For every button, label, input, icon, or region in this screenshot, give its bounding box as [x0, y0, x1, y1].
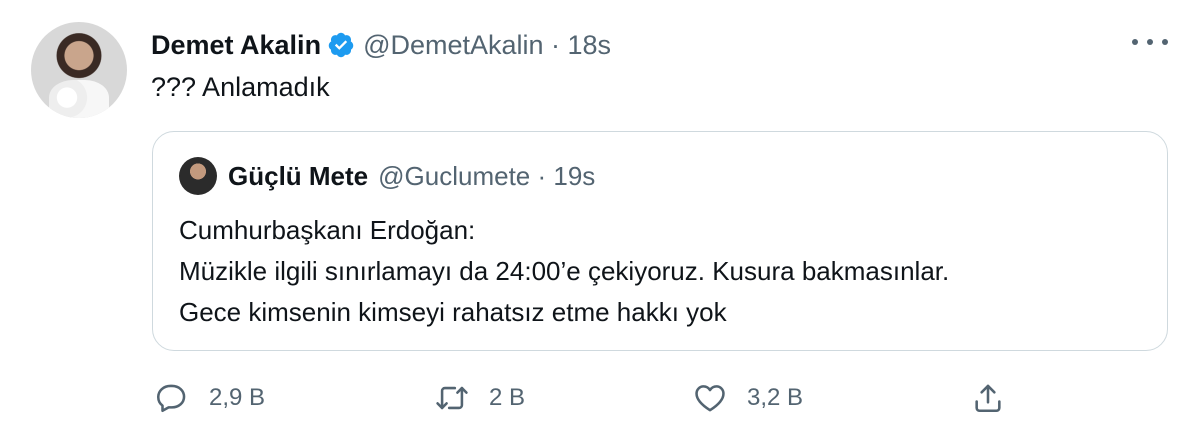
like-button[interactable]: 3,2 B: [693, 373, 803, 423]
like-icon: [695, 385, 725, 412]
tweet-actions: 2,9 B 2 B 3,2 B: [0, 373, 1200, 423]
retweet-button[interactable]: 2 B: [435, 373, 525, 423]
more-dot: [1132, 39, 1138, 45]
quoted-text-line: Cumhurbaşkanı Erdoğan:: [179, 215, 476, 245]
more-dot: [1147, 39, 1153, 45]
author-avatar[interactable]: [31, 22, 127, 118]
quoted-tweet-header: Güçlü Mete @Guclumete · 19s: [228, 160, 595, 192]
tweet-header: Demet Akalin @DemetAkalin · 18s: [151, 28, 611, 62]
reply-button[interactable]: 2,9 B: [155, 373, 265, 423]
share-button[interactable]: [971, 373, 1005, 423]
quoted-author-name: Güçlü Mete: [228, 160, 369, 191]
like-count: 3,2 B: [747, 384, 804, 411]
reply-icon: [156, 384, 186, 413]
tweet-text: ??? Anlamadık: [151, 72, 330, 102]
share-icon: [975, 384, 1001, 413]
author-name[interactable]: Demet Akalin: [151, 30, 321, 61]
quoted-author-handle-time: @Guclumete · 19s: [378, 160, 596, 191]
author-handle-time[interactable]: @DemetAkalin · 18s: [363, 30, 611, 61]
quoted-tweet[interactable]: Güçlü Mete @Guclumete · 19s Cumhurbaşkan…: [152, 131, 1168, 351]
verified-badge-icon: [328, 32, 354, 58]
retweet-icon: [436, 386, 468, 410]
reply-count: 2,9 B: [209, 384, 266, 411]
quoted-text-line: Gece kimsenin kimseyi rahatsız etme hakk…: [179, 297, 727, 327]
quoted-tweet-text: Cumhurbaşkanı Erdoğan: Müzikle ilgili sı…: [179, 210, 949, 333]
more-options-icon[interactable]: [1132, 30, 1168, 54]
retweet-count: 2 B: [489, 384, 526, 411]
quoted-text-line: Müzikle ilgili sınırlamayı da 24:00’e çe…: [179, 256, 950, 286]
more-dot: [1162, 39, 1168, 45]
avatar-figure: [49, 80, 109, 118]
quoted-author-avatar: [179, 157, 217, 195]
